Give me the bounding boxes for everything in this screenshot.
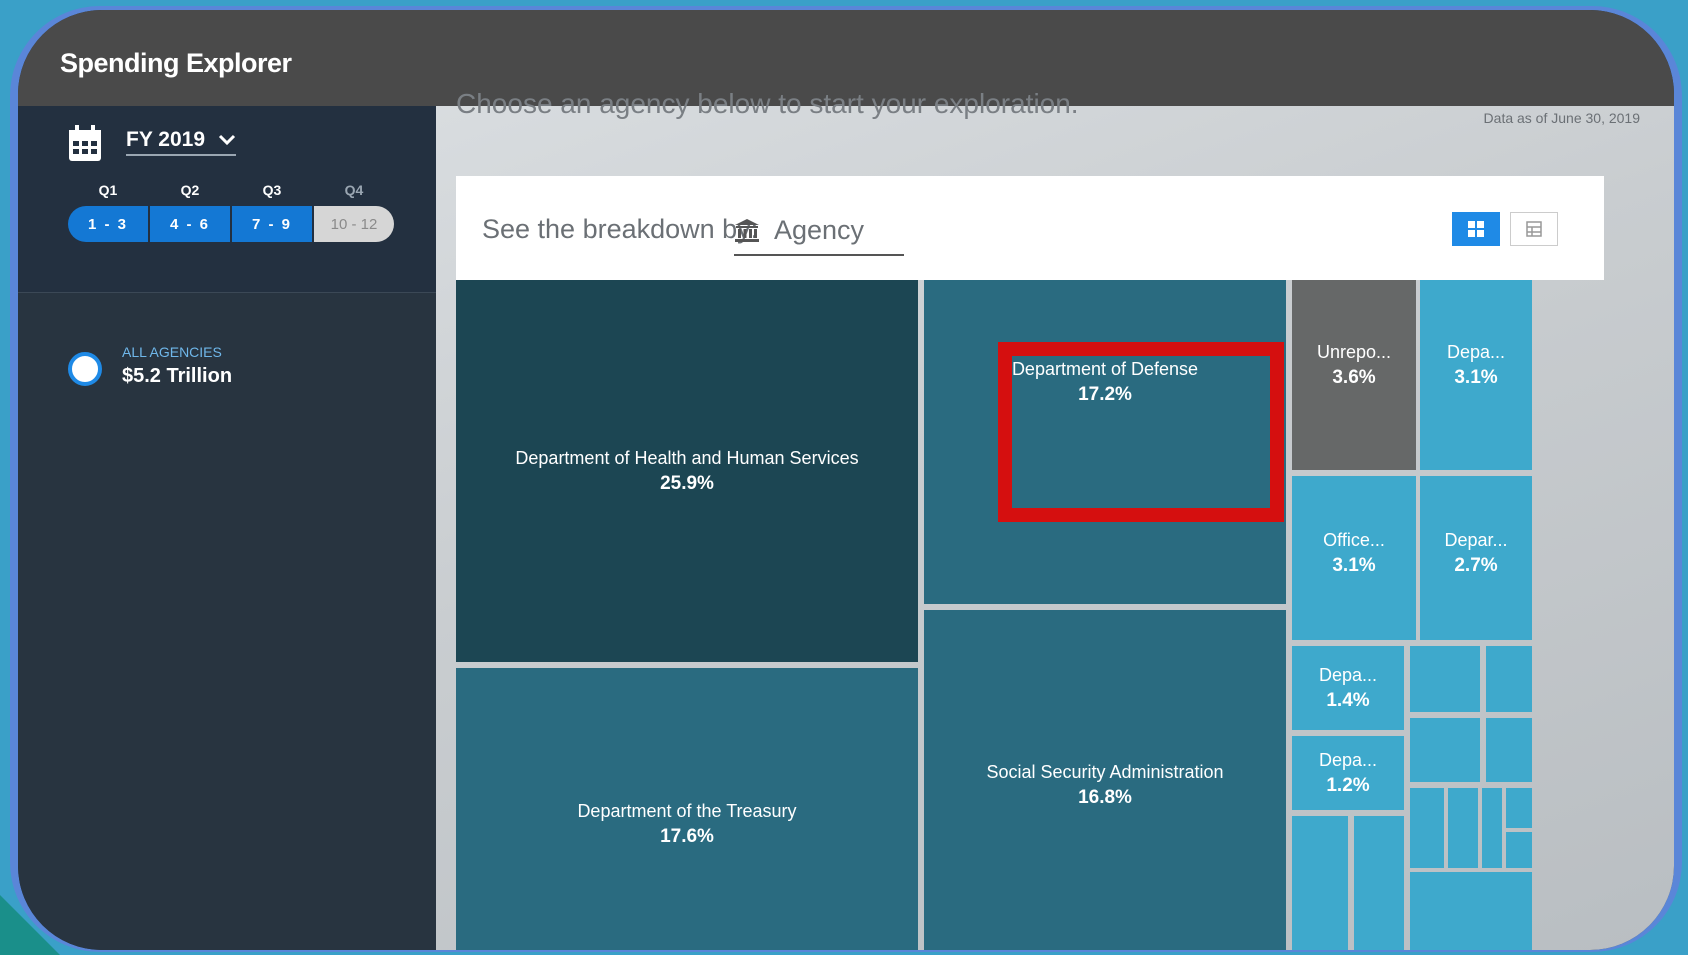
treemap-cell-name: Depa... <box>1446 341 1506 362</box>
grid-icon <box>1468 221 1484 237</box>
treemap-cell-name: Unrepo... <box>1316 341 1392 362</box>
quarter-label-q3: Q3 <box>262 182 282 198</box>
device-frame: Spending Explorer FY 2019 Q1 Q2 Q3 Q4 1 … <box>10 6 1682 952</box>
all-agencies-total: $5.2 Trillion <box>122 365 233 387</box>
treemap-cell-small[interactable] <box>1410 872 1532 950</box>
treemap-cell-pct: 16.8% <box>1078 786 1132 808</box>
treemap-cell-pct: 3.1% <box>1454 366 1498 388</box>
treemap-cell-small[interactable] <box>1506 832 1532 868</box>
main-content: Choose an agency below to start your exp… <box>436 88 1674 950</box>
treemap-cell-name: Department of Health and Human Services <box>515 447 859 468</box>
breakdown-value: Agency <box>774 214 865 245</box>
treemap-cell-small[interactable] <box>1410 646 1480 712</box>
treemap-cell-name: Department of Defense <box>1011 358 1199 379</box>
treemap-cell-dept-d[interactable]: Depa... 1.2% <box>1292 736 1404 810</box>
agency-treemap: Department of Health and Human Services … <box>456 280 1604 950</box>
all-agencies-label[interactable]: ALL AGENCIES <box>122 344 222 360</box>
fiscal-year-select[interactable]: FY 2019 <box>126 126 236 156</box>
screen: Spending Explorer FY 2019 Q1 Q2 Q3 Q4 1 … <box>18 10 1674 950</box>
quarter-label-q2: Q2 <box>180 182 200 198</box>
treemap-cell-office[interactable]: Office... 3.1% <box>1292 476 1416 640</box>
treemap-cell-hhs[interactable]: Department of Health and Human Services … <box>456 280 918 662</box>
treemap-cell-name: Social Security Administration <box>986 761 1224 782</box>
period-picker: FY 2019 Q1 Q2 Q3 Q4 1 - 3 4 - 6 7 - 9 10… <box>18 106 436 293</box>
quarter-label-q4: Q4 <box>344 182 364 198</box>
treemap-cell-pct: 17.6% <box>660 825 714 847</box>
treemap-cell-small[interactable] <box>1410 788 1444 868</box>
table-icon <box>1526 221 1542 237</box>
treemap-cell-treasury[interactable]: Department of the Treasury 17.6% <box>456 668 918 950</box>
breakdown-label: See the breakdown by: <box>482 214 759 244</box>
treemap-cell-name: Depa... <box>1318 749 1378 770</box>
treemap-cell-pct: 1.2% <box>1326 774 1370 796</box>
quarter-button-q4[interactable]: 10 - 12 <box>314 206 394 242</box>
treemap-cell-name: Office... <box>1323 529 1385 550</box>
treemap-cell-ssa[interactable]: Social Security Administration 16.8% <box>924 610 1286 950</box>
treemap-cell-pct: 3.1% <box>1332 554 1376 576</box>
treemap-cell-dept-b[interactable]: Depar... 2.7% <box>1420 476 1532 640</box>
treemap-cell-small[interactable] <box>1482 788 1502 868</box>
treemap-cell-name: Department of the Treasury <box>577 800 797 821</box>
breakdown-header: See the breakdown by: Agency <box>456 176 1604 280</box>
quarter-button-q1[interactable]: 1 - 3 <box>68 206 148 242</box>
treemap-cell-small[interactable] <box>1354 816 1404 950</box>
quarter-button-q3[interactable]: 7 - 9 <box>232 206 312 242</box>
table-view-button[interactable] <box>1510 212 1558 246</box>
fiscal-year-value: FY 2019 <box>126 128 206 151</box>
sidebar: FY 2019 Q1 Q2 Q3 Q4 1 - 3 4 - 6 7 - 9 10… <box>18 106 436 950</box>
quarter-button-q2[interactable]: 4 - 6 <box>150 206 230 242</box>
treemap-cell-pct: 2.7% <box>1454 554 1498 576</box>
treemap-cell-small[interactable] <box>1506 788 1532 828</box>
app-title: Spending Explorer <box>60 48 292 78</box>
treemap-cell-pct: 17.2% <box>1078 383 1132 405</box>
treemap-cell-pct: 3.6% <box>1332 366 1376 388</box>
treemap-cell-pct: 1.4% <box>1326 689 1370 711</box>
chevron-down-icon <box>218 134 236 146</box>
treemap-cell-pct: 25.9% <box>660 472 714 494</box>
treemap-cell-small[interactable] <box>1448 788 1478 868</box>
treemap-cell-unreported[interactable]: Unrepo... 3.6% <box>1292 280 1416 470</box>
treemap-cell-small[interactable] <box>1292 816 1348 950</box>
treemap-cell-defense[interactable]: Department of Defense 17.2% <box>924 280 1286 604</box>
treemap-cell-dept-a[interactable]: Depa... 3.1% <box>1420 280 1532 470</box>
quarter-label-q1: Q1 <box>98 182 118 198</box>
treemap-view-button[interactable] <box>1452 212 1500 246</box>
intro-text: Choose an agency below to start your exp… <box>456 88 1079 119</box>
breakdown-select[interactable]: Agency <box>734 206 904 256</box>
bank-icon <box>735 219 759 242</box>
treemap-cell-small[interactable] <box>1486 718 1532 782</box>
treemap-cell-dept-c[interactable]: Depa... 1.4% <box>1292 646 1404 730</box>
data-date: Data as of June 30, 2019 <box>1483 110 1640 126</box>
all-agencies-radio[interactable] <box>68 352 102 386</box>
treemap-cell-small[interactable] <box>1486 646 1532 712</box>
treemap-cell-name: Depa... <box>1318 664 1378 685</box>
treemap-cell-small[interactable] <box>1410 718 1480 782</box>
calendar-icon <box>69 125 101 161</box>
treemap-cell-name: Depar... <box>1444 529 1508 550</box>
